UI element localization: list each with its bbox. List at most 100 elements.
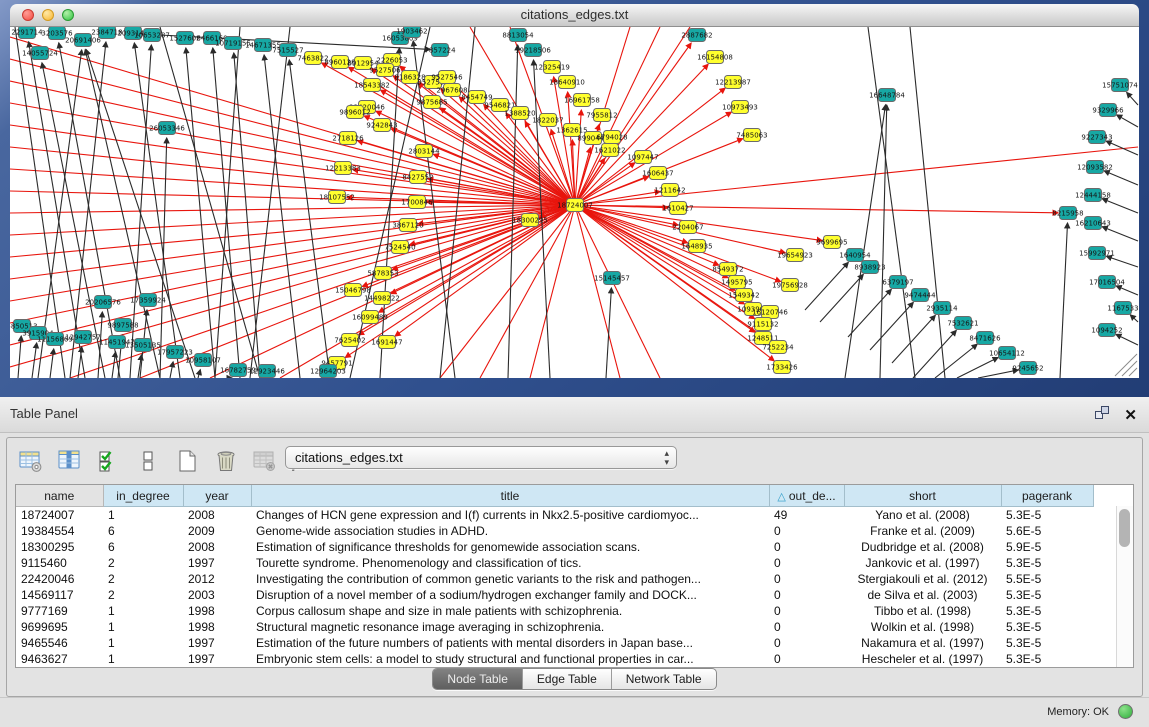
cell-year[interactable]: 2008 [183,507,251,524]
cell-short[interactable]: Dudbridge et al. (2008) [844,539,1001,555]
graph-node-yellow[interactable]: 7625402 [334,334,365,347]
graph-node-teal[interactable]: 7532621 [947,317,978,330]
cell-short[interactable]: de Silva et al. (2003) [844,587,1001,603]
network-canvas[interactable]: 1872400774638228960128891295422260539527… [10,27,1139,378]
tab-node-table[interactable]: Node Table [433,669,522,689]
cell-name[interactable]: 9115460 [16,555,103,571]
cell-in_degree[interactable]: 6 [103,539,183,555]
graph-node-teal[interactable]: 1094252 [1091,324,1122,337]
cell-name[interactable]: 22420046 [16,571,103,587]
cell-year[interactable]: 1997 [183,555,251,571]
column-header-pagerank[interactable]: pagerank [1001,485,1093,507]
column-header-title[interactable]: title [251,485,769,507]
select-all-check-icon[interactable] [95,447,123,475]
graph-node-yellow[interactable]: 3867120 [392,219,423,232]
cell-name[interactable]: 18300295 [16,539,103,555]
cell-title[interactable]: Tourette syndrome. Phenomenology and cla… [251,555,769,571]
graph-node-teal[interactable]: 16648784 [869,89,905,102]
table-row[interactable]: 1872400712008Changes of HCN gene express… [16,507,1117,524]
graph-node-yellow[interactable]: 12325419 [534,61,570,74]
cell-title[interactable]: Embryonic stem cells: a model to study s… [251,651,769,667]
graph-node-yellow[interactable]: 12213383 [325,162,361,175]
cell-name[interactable]: 19384554 [16,523,103,539]
cell-pagerank[interactable]: 5.3E-5 [1001,507,1093,524]
graph-node-yellow[interactable]: 9699695 [816,236,847,249]
cell-short[interactable]: Hescheler et al. (1997) [844,651,1001,667]
graph-node-teal[interactable]: 8813054 [502,29,534,42]
graph-node-yellow[interactable]: 18107552 [319,191,355,204]
cell-pagerank[interactable]: 5.3E-5 [1001,619,1093,635]
table-row[interactable]: 911546021997Tourette syndrome. Phenomeno… [16,555,1117,571]
graph-node-teal[interactable]: 15145457 [594,272,630,285]
cell-out_de[interactable]: 0 [769,619,844,635]
graph-node-yellow[interactable]: 7955812 [586,109,617,122]
column-header-short[interactable]: short [844,485,1001,507]
graph-node-yellow[interactable]: 1610427 [662,202,693,215]
graph-node-yellow[interactable]: 12213987 [715,76,751,89]
cell-short[interactable]: Stergiakouli et al. (2012) [844,571,1001,587]
network-graph[interactable]: 1872400774638228960128891295422260539527… [10,27,1139,378]
graph-node-yellow[interactable]: 1495795 [721,276,752,289]
graph-node-teal[interactable]: 12093582 [1077,161,1113,174]
cell-year[interactable]: 1997 [183,635,251,651]
graph-node-teal[interactable]: 26053346 [149,122,185,135]
cell-out_de[interactable]: 0 [769,555,844,571]
cell-name[interactable]: 18724007 [16,507,103,524]
memory-status-indicator[interactable] [1118,704,1133,719]
cell-in_degree[interactable]: 1 [103,603,183,619]
cell-out_de[interactable]: 0 [769,587,844,603]
row-height-icon[interactable] [134,447,162,475]
cell-title[interactable]: Changes of HCN gene expression and I(f) … [251,507,769,524]
minimize-window-button[interactable] [42,9,54,21]
cell-pagerank[interactable]: 5.3E-5 [1001,603,1093,619]
table-row[interactable]: 946362711997Embryonic stem cells: a mode… [16,651,1117,667]
graph-node-teal[interactable]: 17016504 [1089,276,1125,289]
graph-node-teal[interactable]: 10654112 [989,347,1025,360]
cell-pagerank[interactable]: 5.5E-5 [1001,571,1093,587]
table-row[interactable]: 969969511998Structural magnetic resonanc… [16,619,1117,635]
new-file-icon[interactable] [173,447,201,475]
cell-in_degree[interactable]: 2 [103,587,183,603]
table-row[interactable]: 977716911998Corpus callosum shape and si… [16,603,1117,619]
cell-out_de[interactable]: 0 [769,539,844,555]
graph-node-teal[interactable]: 8471626 [969,332,1001,345]
cell-name[interactable]: 9699695 [16,619,103,635]
close-window-button[interactable] [22,9,34,21]
graph-node-teal[interactable]: 8215958 [1052,207,1083,220]
cell-in_degree[interactable]: 6 [103,523,183,539]
graph-node-yellow[interactable]: 19654923 [777,249,813,262]
cell-year[interactable]: 1998 [183,619,251,635]
graph-node-yellow[interactable]: 16099489 [352,311,388,324]
table-row[interactable]: 1830029562008Estimation of significance … [16,539,1117,555]
cell-title[interactable]: Disruption of a novel member of a sodium… [251,587,769,603]
cell-year[interactable]: 1997 [183,651,251,667]
cell-title[interactable]: Estimation of the future numbers of pati… [251,635,769,651]
column-header-in_degree[interactable]: in_degree [103,485,183,507]
graph-node-yellow[interactable]: 10973493 [722,101,758,114]
graph-node-yellow[interactable]: 1097447 [627,151,658,164]
cell-in_degree[interactable]: 2 [103,571,183,587]
column-header-name[interactable]: name [16,485,103,507]
graph-node-yellow[interactable]: 1733426 [766,361,798,374]
cell-name[interactable]: 9777169 [16,603,103,619]
cell-in_degree[interactable]: 2 [103,555,183,571]
cell-out_de[interactable]: 49 [769,507,844,524]
cell-year[interactable]: 2012 [183,571,251,587]
cell-out_de[interactable]: 0 [769,571,844,587]
graph-node-yellow[interactable]: 16961758 [564,94,600,107]
float-panel-icon[interactable] [1094,405,1110,426]
cell-pagerank[interactable]: 5.3E-5 [1001,587,1093,603]
table-vertical-scrollbar[interactable] [1116,506,1133,667]
table-select-dropdown[interactable]: citations_edges.txt ▴▾ [285,446,677,469]
cell-name[interactable]: 9463627 [16,651,103,667]
graph-node-teal[interactable]: 9245652 [1012,362,1043,375]
cell-pagerank[interactable]: 5.9E-5 [1001,539,1093,555]
scrollbar-thumb[interactable] [1119,509,1130,547]
graph-node-teal[interactable]: 9329966 [1092,104,1124,117]
cell-in_degree[interactable]: 1 [103,635,183,651]
graph-node-yellow[interactable]: 1549342 [728,289,759,302]
cell-year[interactable]: 2008 [183,539,251,555]
network-window-titlebar[interactable]: citations_edges.txt [10,4,1139,27]
canvas-resize-grip[interactable] [1115,354,1137,376]
show-columns-icon[interactable] [56,447,84,475]
